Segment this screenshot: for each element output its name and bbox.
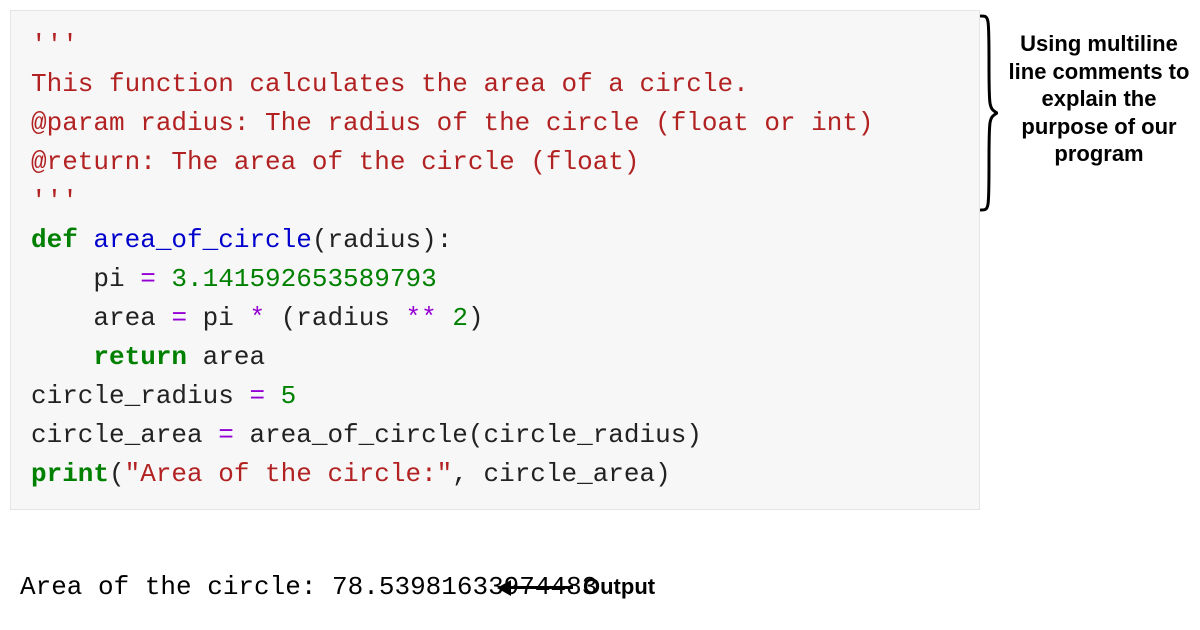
paren-open: ( xyxy=(312,225,328,255)
ident-area: area xyxy=(31,303,171,333)
builtin-print: print xyxy=(31,459,109,489)
arrow-line-icon xyxy=(503,586,573,589)
docstring-close: ''' xyxy=(31,182,969,221)
brace-icon xyxy=(980,14,998,212)
num-two: 2 xyxy=(452,303,468,333)
assign-circle-area: circle_area = area_of_circle(circle_radi… xyxy=(31,416,969,455)
expr: (radius xyxy=(265,303,405,333)
keyword-return: return xyxy=(31,342,187,372)
ident-cr: circle_radius xyxy=(31,381,249,411)
code-block: ''' This function calculates the area of… xyxy=(10,10,980,510)
paren-close: ) xyxy=(468,303,484,333)
assign-radius: circle_radius = 5 xyxy=(31,377,969,416)
return-expr: area xyxy=(187,342,265,372)
space xyxy=(437,303,453,333)
space xyxy=(265,381,281,411)
op-star: * xyxy=(249,303,265,333)
def-line: def area_of_circle(radius): xyxy=(31,221,969,260)
print-line: print("Area of the circle:", circle_area… xyxy=(31,455,969,494)
expr: pi xyxy=(187,303,249,333)
docstring-line: @param radius: The radius of the circle … xyxy=(31,104,969,143)
assign-pi: pi = 3.141592653589793 xyxy=(31,260,969,299)
docstring-open: ''' xyxy=(31,26,969,65)
ident-ca: circle_area xyxy=(31,420,218,450)
op-eq: = xyxy=(140,264,156,294)
param: radius xyxy=(327,225,421,255)
return-line: return area xyxy=(31,338,969,377)
assign-area: area = pi * (radius ** 2) xyxy=(31,299,969,338)
string-literal: "Area of the circle:" xyxy=(125,459,453,489)
docstring-line: This function calculates the area of a c… xyxy=(31,65,969,104)
ident-pi: pi xyxy=(31,264,140,294)
annotation-output: Output xyxy=(583,574,655,600)
op-pow: ** xyxy=(406,303,437,333)
num-pi: 3.141592653589793 xyxy=(156,264,437,294)
call-expr: area_of_circle(circle_radius) xyxy=(234,420,702,450)
num-five: 5 xyxy=(281,381,297,411)
keyword-def: def xyxy=(31,225,78,255)
annotation-comment: Using multiline line comments to explain… xyxy=(1000,30,1198,168)
paren-open: ( xyxy=(109,459,125,489)
op-eq: = xyxy=(249,381,265,411)
paren-close: ): xyxy=(421,225,452,255)
op-eq: = xyxy=(171,303,187,333)
docstring-line: @return: The area of the circle (float) xyxy=(31,143,969,182)
op-eq: = xyxy=(218,420,234,450)
print-args: , circle_area) xyxy=(452,459,670,489)
function-name: area_of_circle xyxy=(93,225,311,255)
